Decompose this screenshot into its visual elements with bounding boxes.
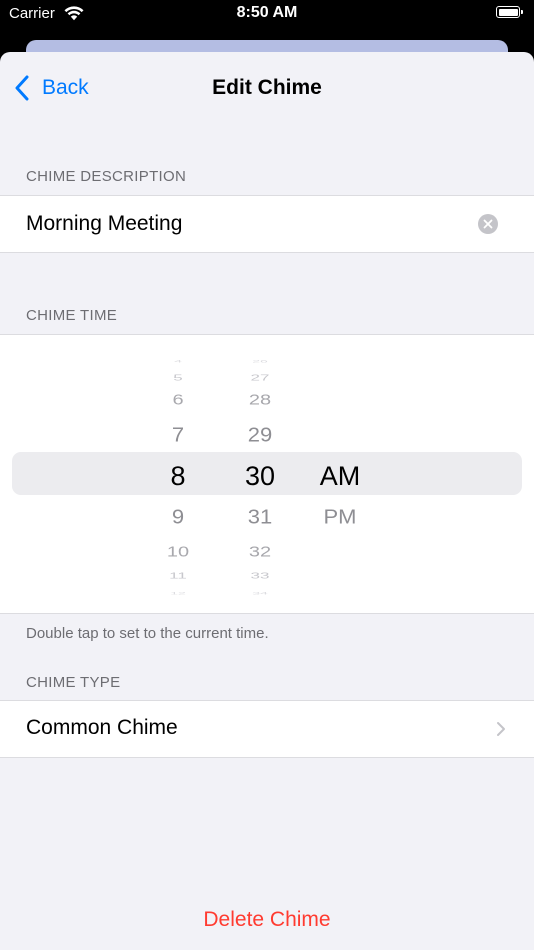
chime-time-picker[interactable]: 4 5 6 7 8 9 10 11 12 26 27 28 29 30 31 32 33 34 AM PM xyxy=(0,334,534,614)
status-bar: Carrier 8:50 AM xyxy=(0,0,534,36)
chime-type-header: CHIME TYPE xyxy=(26,674,121,691)
hour-option[interactable]: 6 xyxy=(138,393,218,407)
minute-option[interactable]: 33 xyxy=(220,571,300,580)
hour-option[interactable]: 7 xyxy=(138,424,218,445)
navigation-bar: Back Edit Chime xyxy=(0,52,534,124)
chime-time-footer: Double tap to set to the current time. xyxy=(26,625,269,642)
status-time: 8:50 AM xyxy=(236,4,298,21)
minute-wheel[interactable]: 26 27 28 29 30 31 32 33 34 xyxy=(220,335,300,613)
edit-chime-sheet: Back Edit Chime CHIME DESCRIPTION CHIME … xyxy=(0,52,534,950)
hour-option[interactable]: 10 xyxy=(138,545,218,559)
minute-option[interactable]: 34 xyxy=(220,591,300,595)
clear-icon xyxy=(483,219,493,229)
chevron-right-icon xyxy=(497,722,505,736)
minute-option[interactable]: 28 xyxy=(220,393,300,407)
minute-option[interactable]: 29 xyxy=(220,424,300,445)
hour-option[interactable]: 5 xyxy=(138,373,218,382)
period-wheel[interactable]: AM PM xyxy=(300,335,380,613)
minute-option[interactable]: 26 xyxy=(220,359,300,363)
chime-description-cell xyxy=(0,195,534,253)
minute-option[interactable]: 32 xyxy=(220,545,300,559)
hour-option[interactable]: 4 xyxy=(138,359,218,363)
minute-selected[interactable]: 30 xyxy=(220,462,300,490)
chime-type-row[interactable]: Common Chime xyxy=(0,700,534,758)
hour-option[interactable]: 11 xyxy=(138,571,218,580)
page-title: Edit Chime xyxy=(212,76,322,99)
minute-option[interactable]: 31 xyxy=(220,506,300,527)
chime-type-value: Common Chime xyxy=(26,716,178,739)
clear-text-button[interactable] xyxy=(478,214,498,234)
delete-chime-button[interactable]: Delete Chime xyxy=(0,908,534,932)
battery-icon xyxy=(496,6,523,18)
hour-selected[interactable]: 8 xyxy=(138,462,218,490)
period-option[interactable]: PM xyxy=(300,506,380,527)
chime-description-header: CHIME DESCRIPTION xyxy=(26,168,187,185)
hour-option[interactable]: 12 xyxy=(138,591,218,595)
hour-option[interactable]: 9 xyxy=(138,506,218,527)
chime-time-header: CHIME TIME xyxy=(26,307,118,324)
chime-description-input[interactable] xyxy=(26,196,466,252)
period-selected[interactable]: AM xyxy=(300,462,380,490)
minute-option[interactable]: 27 xyxy=(220,373,300,382)
hour-wheel[interactable]: 4 5 6 7 8 9 10 11 12 xyxy=(138,335,218,613)
